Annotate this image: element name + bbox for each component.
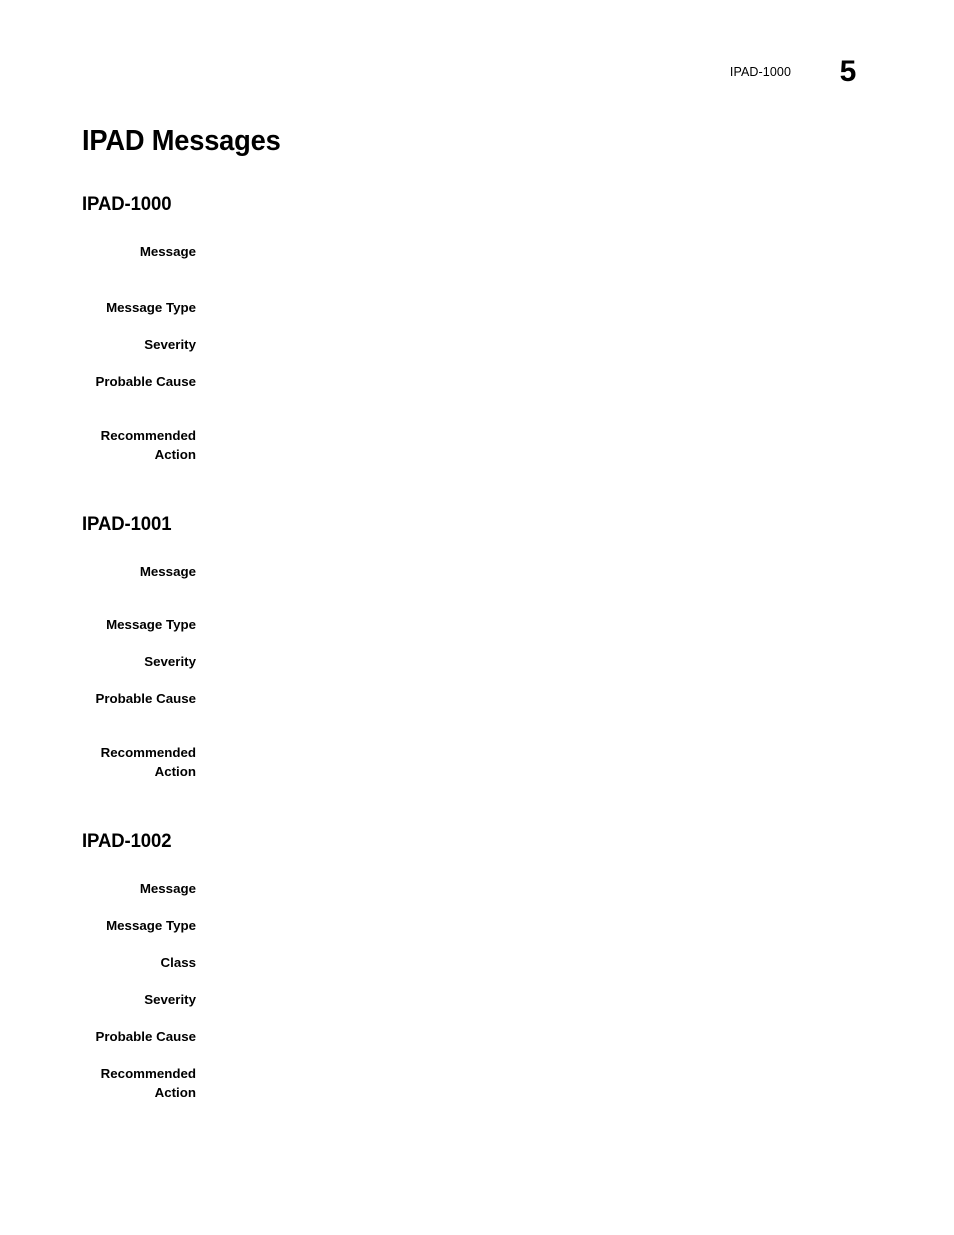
field-label: Message [139,244,196,259]
page-content: IPAD Messages IPAD-1000 Message Message Ty… [82,124,872,1102]
field-row: Probable Cause [82,1027,872,1046]
field-label: Class [160,955,196,970]
field-row: Message Type [82,916,872,935]
field-label: Probable Cause [95,374,197,389]
field-value [214,953,872,972]
field-label: Message Type [106,617,196,632]
section-heading: IPAD-1002 [82,830,172,852]
field-row: Message [82,562,872,581]
field-row: Class [82,953,872,972]
field-value [214,615,872,634]
field-label: Severity [144,992,196,1007]
running-header: IPAD-1000 5 [0,55,954,100]
field-row: Severity [82,990,872,1009]
page-number: 5 [839,55,857,88]
field-value [214,1064,872,1083]
field-value [214,652,872,671]
field-value [214,298,872,317]
page-title: IPAD Messages [82,125,281,157]
field-row: Recommended Action [82,1064,872,1102]
field-value [214,372,872,391]
field-row: Severity [82,652,872,671]
field-list: Message Message Type Severity Probable Caus… [82,242,872,464]
field-value [214,879,872,898]
running-header-chapter: IPAD-1000 [729,65,791,79]
field-value [214,1027,872,1046]
field-label: Severity [144,654,196,669]
field-label: Recommended Action [100,1066,196,1100]
field-row: Message Type [82,615,872,634]
document-page: IPAD-1000 5 IPAD Messages IPAD-1000 Messa… [0,0,954,1235]
field-value [214,562,872,581]
field-value [214,743,872,762]
field-list: Message Message Type Severity Probable Caus… [82,562,872,781]
message-section: IPAD-1001 Message Message Type Severity Prob… [82,512,872,781]
field-label: Message Type [106,300,196,315]
field-row: Probable Cause [82,689,872,708]
field-value [214,916,872,935]
message-section: IPAD-1002 Message Message Type Class Severit… [82,829,872,1102]
field-row: Recommended Action [82,743,872,781]
field-list: Message Message Type Class Severity Probable… [82,879,872,1102]
message-sections: IPAD-1000 Message Message Type Severity Prob… [82,192,872,1102]
field-value [214,689,872,708]
field-label: Message Type [106,918,196,933]
field-label: Recommended Action [100,745,196,779]
section-heading: IPAD-1000 [82,193,172,215]
field-value [214,242,872,261]
field-row: Recommended Action [82,426,872,464]
section-heading: IPAD-1001 [82,513,172,535]
field-row: Message [82,242,872,261]
field-row: Message Type [82,298,872,317]
field-row: Severity [82,335,872,354]
message-section: IPAD-1000 Message Message Type Severity Prob… [82,192,872,464]
field-label: Probable Cause [95,1029,197,1044]
field-value [214,335,872,354]
field-value [214,990,872,1009]
field-row: Probable Cause [82,372,872,391]
field-label: Probable Cause [95,691,197,706]
field-label: Severity [144,337,196,352]
field-value [214,426,872,445]
field-label: Message [139,881,196,896]
field-label: Message [139,564,196,579]
field-label: Recommended Action [100,428,196,462]
field-row: Message [82,879,872,898]
